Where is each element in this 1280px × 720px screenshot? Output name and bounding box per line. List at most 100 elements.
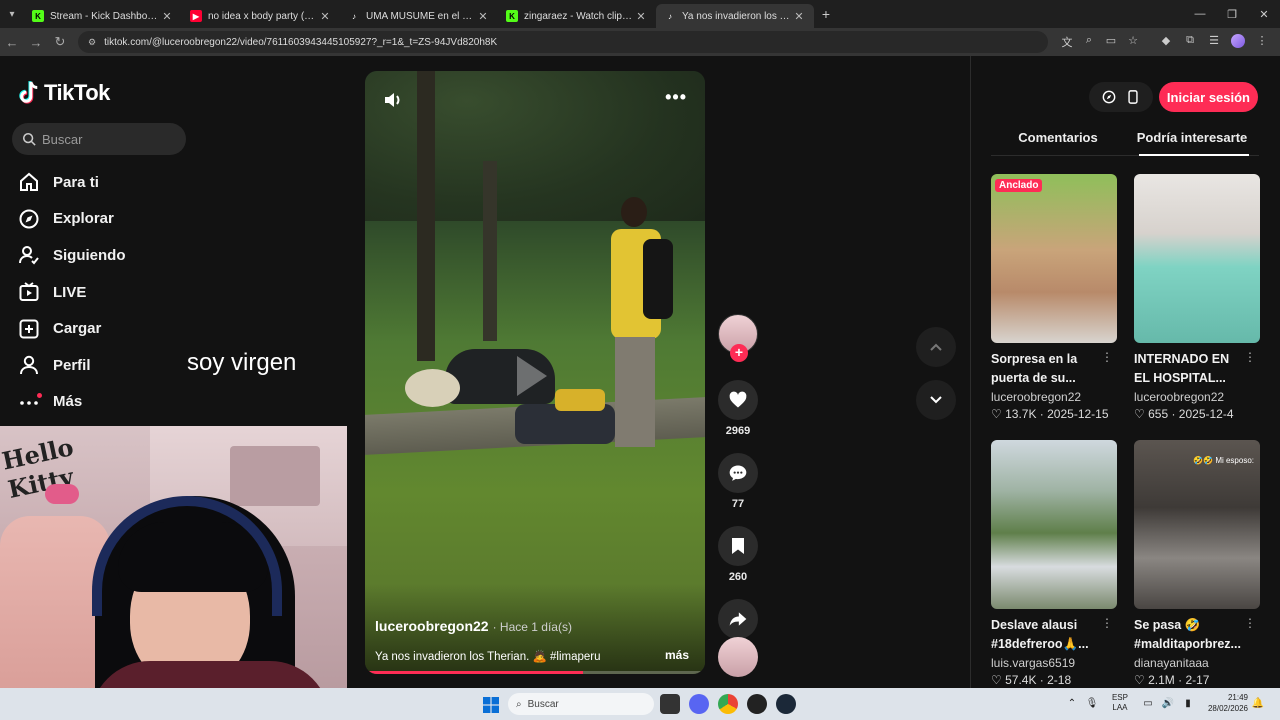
taskbar-search-input[interactable] xyxy=(527,698,628,710)
sidebar-item-mas[interactable]: Más xyxy=(18,384,126,421)
chrome-icon[interactable] xyxy=(718,694,738,714)
card-author[interactable]: dianayanitaaa xyxy=(1134,656,1260,670)
browser-tab-2[interactable]: ▶ no idea x body party (sped up) ✕ xyxy=(182,4,340,28)
browser-tab-5[interactable]: ♪ Ya nos invadieron los Therian ✕ xyxy=(656,4,814,28)
sidebar-item-cargar[interactable]: Cargar xyxy=(18,310,126,347)
video-thumbnail[interactable]: 🤣🤣 Mi esposo: xyxy=(1134,440,1260,609)
extension-icon[interactable]: ◆ xyxy=(1154,34,1178,51)
card-title[interactable]: Sorpresa en la puerta de su... xyxy=(991,350,1103,388)
restore-icon[interactable]: ❐ xyxy=(1216,8,1248,21)
explore-compass-icon[interactable] xyxy=(1097,90,1121,104)
tray-overflow-icon[interactable]: ⌃ xyxy=(1065,698,1079,709)
back-icon[interactable]: ← xyxy=(0,35,24,50)
save-action[interactable]: 260 xyxy=(716,526,760,583)
zoom-icon[interactable]: ⌕ xyxy=(1078,34,1100,50)
card-options-icon[interactable]: ⋮ xyxy=(1244,350,1256,364)
caption-more-link[interactable]: más xyxy=(665,648,689,662)
follow-plus-icon[interactable]: + xyxy=(730,344,748,362)
card-title[interactable]: Se pasa 🤣 #malditaporbrez... xyxy=(1134,616,1246,654)
notifications-icon[interactable]: 🔔 xyxy=(1251,698,1265,709)
reload-icon[interactable]: ↻ xyxy=(48,34,72,50)
tiktok-logo[interactable]: TikTok xyxy=(18,80,110,106)
video-thumbnail[interactable]: Anclado xyxy=(991,174,1117,343)
sound-avatar[interactable] xyxy=(718,637,758,677)
bookmark-icon[interactable] xyxy=(718,526,758,566)
browser-tab-4[interactable]: K zingaraez - Watch clips on Kick ✕ xyxy=(498,4,656,28)
tab-close-icon[interactable]: ✕ xyxy=(792,10,806,23)
windows-start-icon[interactable] xyxy=(483,697,499,713)
tab-close-icon[interactable]: ✕ xyxy=(634,10,648,23)
search-input[interactable] xyxy=(42,131,172,147)
obs-icon[interactable] xyxy=(747,694,767,714)
video-card[interactable]: Deslave alausi #18defreroo🙏... ⋮ luis.va… xyxy=(991,440,1117,687)
author-avatar[interactable]: + xyxy=(718,314,758,362)
site-info-icon[interactable]: ⚙ xyxy=(88,37,96,48)
card-options-icon[interactable]: ⋮ xyxy=(1101,350,1113,364)
browser-tab-3[interactable]: ♪ UMA MUSUME en el Perú #fan ✕ xyxy=(340,4,498,28)
comment-icon[interactable] xyxy=(718,453,758,493)
video-thumbnail[interactable] xyxy=(991,440,1117,609)
browser-menu-icon[interactable]: ⋮ xyxy=(1250,34,1274,51)
video-more-options-icon[interactable]: ••• xyxy=(665,87,687,108)
comment-action[interactable]: 77 xyxy=(716,453,760,510)
video-card[interactable]: INTERNADO EN EL HOSPITAL... ⋮ luceroobre… xyxy=(1134,174,1260,421)
sidebar-item-para-ti[interactable]: Para ti xyxy=(18,164,126,201)
address-bar[interactable]: ⚙ tiktok.com/@luceroobregon22/video/7611… xyxy=(78,31,1048,53)
bookmark-star-icon[interactable]: ☆ xyxy=(1122,34,1144,50)
profile-avatar-icon[interactable] xyxy=(1226,33,1250,51)
minimize-icon[interactable]: — xyxy=(1184,8,1216,21)
sidebar-item-live[interactable]: LIVE xyxy=(18,274,126,311)
like-action[interactable]: 2969 xyxy=(716,380,760,437)
card-author[interactable]: luis.vargas6519 xyxy=(991,656,1117,670)
tab-close-icon[interactable]: ✕ xyxy=(476,10,490,23)
taskbar-search[interactable]: ⌕ xyxy=(508,693,654,715)
taskbar-clock[interactable]: 21:49 28/02/2026 xyxy=(1208,692,1248,714)
tab-close-icon[interactable]: ✕ xyxy=(160,10,174,23)
previous-video-button[interactable] xyxy=(916,327,956,367)
video-progress-bar[interactable] xyxy=(365,671,705,674)
video-card[interactable]: 🤣🤣 Mi esposo: Se pasa 🤣 #malditaporbrez.… xyxy=(1134,440,1260,687)
sidebar-item-siguiendo[interactable]: Siguiendo xyxy=(18,237,126,274)
discord-icon[interactable] xyxy=(689,694,709,714)
card-title[interactable]: Deslave alausi #18defreroo🙏... xyxy=(991,616,1103,654)
play-icon[interactable] xyxy=(517,356,547,396)
card-author[interactable]: luceroobregon22 xyxy=(991,390,1117,404)
heart-icon[interactable] xyxy=(718,380,758,420)
volume-icon[interactable] xyxy=(382,89,404,111)
video-card[interactable]: Anclado Sorpresa en la puerta de su... ⋮… xyxy=(991,174,1117,421)
microphone-icon[interactable]: 🎙 xyxy=(1085,698,1099,709)
device-icon[interactable] xyxy=(1121,90,1145,104)
steam-icon[interactable] xyxy=(776,694,796,714)
tab-comentarios[interactable]: Comentarios xyxy=(991,128,1125,155)
reading-list-icon[interactable]: ☰ xyxy=(1202,34,1226,51)
next-video-button[interactable] xyxy=(916,380,956,420)
translate-icon[interactable]: 文 xyxy=(1056,34,1078,50)
tab-podria-interesarte[interactable]: Podría interesarte xyxy=(1125,128,1259,156)
close-window-icon[interactable]: ✕ xyxy=(1248,8,1280,21)
login-button[interactable]: Iniciar sesión xyxy=(1158,82,1258,112)
new-tab-button[interactable]: + xyxy=(814,6,838,22)
puzzle-icon[interactable]: ⧉ xyxy=(1178,34,1202,51)
author-name[interactable]: luceroobregon22 xyxy=(375,618,489,634)
language-indicator[interactable]: ESP LAA xyxy=(1112,693,1128,713)
card-title[interactable]: INTERNADO EN EL HOSPITAL... xyxy=(1134,350,1246,388)
share-icon[interactable] xyxy=(718,599,758,639)
card-options-icon[interactable]: ⋮ xyxy=(1244,616,1256,630)
card-options-icon[interactable]: ⋮ xyxy=(1101,616,1113,630)
cast-icon[interactable]: ▭ xyxy=(1100,34,1122,50)
search-box[interactable] xyxy=(12,123,186,155)
sidebar-item-perfil[interactable]: Perfil xyxy=(18,347,126,384)
tab-close-icon[interactable]: ✕ xyxy=(318,10,332,23)
network-icon[interactable]: ▭ xyxy=(1141,698,1155,709)
card-author[interactable]: luceroobregon22 xyxy=(1134,390,1260,404)
video-author[interactable]: luceroobregon22 · Hace 1 día(s) xyxy=(375,618,572,634)
volume-icon[interactable]: 🔊 xyxy=(1161,698,1175,709)
sidebar-item-explorar[interactable]: Explorar xyxy=(18,201,126,238)
battery-icon[interactable]: ▮ xyxy=(1181,698,1195,709)
browser-tab-1[interactable]: K Stream - Kick Dashboard ✕ xyxy=(24,4,182,28)
video-player[interactable]: ••• luceroobregon22 · Hace 1 día(s) Ya no… xyxy=(365,71,705,674)
tab-search-icon[interactable]: ▾ xyxy=(0,0,24,28)
task-view-icon[interactable] xyxy=(660,694,680,714)
video-thumbnail[interactable] xyxy=(1134,174,1260,343)
forward-icon[interactable]: → xyxy=(24,35,48,50)
